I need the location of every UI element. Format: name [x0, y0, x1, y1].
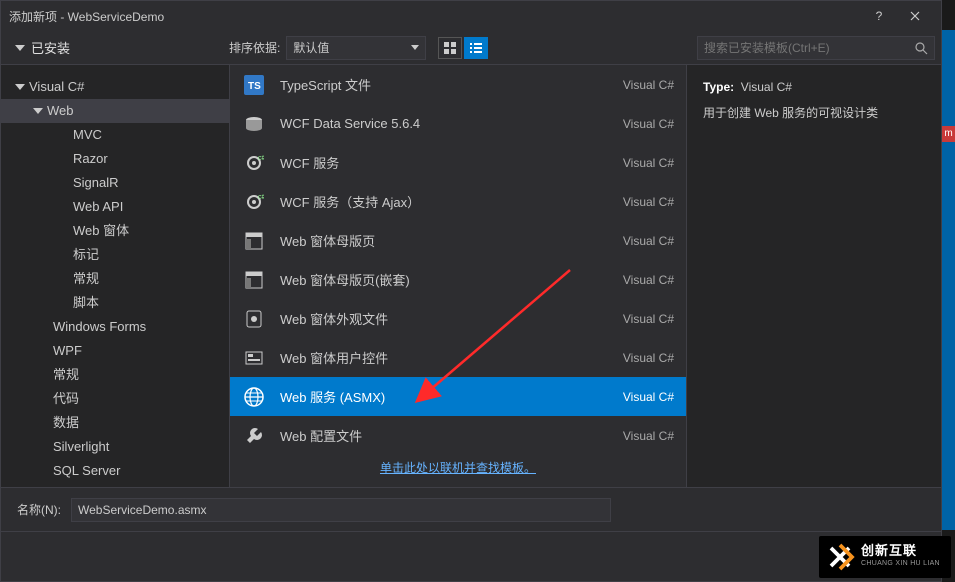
search-icon	[914, 41, 928, 55]
template-item[interactable]: TS TypeScript 文件Visual C#	[230, 65, 686, 104]
logo-icon	[825, 542, 855, 572]
template-item[interactable]: Web 服务 (ASMX)Visual C#	[230, 377, 686, 416]
view-medium-icons[interactable]	[438, 37, 462, 59]
search-input[interactable]	[704, 41, 914, 55]
template-item[interactable]: Web 窗体母版页Visual C#	[230, 221, 686, 260]
watermark-logo: 创新互联 CHUANG XIN HU LIAN	[819, 536, 951, 578]
template-lang: Visual C#	[623, 156, 674, 170]
template-item[interactable]: Web 窗体外观文件Visual C#	[230, 299, 686, 338]
template-item[interactable]: Web 配置文件Visual C#	[230, 416, 686, 449]
template-icon	[242, 307, 266, 331]
installed-tab[interactable]: 已安装	[1, 38, 229, 57]
tree-winforms[interactable]: Windows Forms	[1, 315, 229, 339]
template-lang: Visual C#	[623, 78, 674, 92]
template-lang: Visual C#	[623, 390, 674, 404]
search-online-row: 单击此处以联机并查找模板。	[230, 449, 686, 487]
tree-general-web[interactable]: 常规	[1, 267, 229, 291]
tree-web[interactable]: Web	[1, 99, 229, 123]
template-item[interactable]: WCF Data Service 5.6.4Visual C#	[230, 104, 686, 143]
template-icon	[242, 385, 266, 409]
tree-wpf[interactable]: WPF	[1, 339, 229, 363]
template-icon	[242, 229, 266, 253]
tree-mvc[interactable]: MVC	[1, 123, 229, 147]
template-lang: Visual C#	[623, 351, 674, 365]
titlebar: 添加新项 - WebServiceDemo ?	[1, 1, 941, 31]
name-label: 名称(N):	[17, 501, 61, 518]
toolbar: 已安装 排序依据: 默认值	[1, 31, 941, 65]
name-bar: 名称(N):	[1, 487, 941, 531]
dialog-window: 添加新项 - WebServiceDemo ? 已安装 排序依据: 默认值	[0, 0, 942, 582]
template-name: Web 窗体母版页	[280, 231, 623, 250]
template-list-panel: TSTypeScript 文件Visual C#WCF Data Service…	[229, 65, 687, 487]
template-name: WCF 服务（支持 Ajax）	[280, 192, 623, 211]
chevron-down-icon	[411, 45, 419, 50]
sort-label: 排序依据:	[229, 39, 280, 56]
template-name: TypeScript 文件	[280, 75, 623, 94]
template-lang: Visual C#	[623, 273, 674, 287]
template-description: 用于创建 Web 服务的可视设计类	[703, 103, 925, 123]
tree-webapi[interactable]: Web API	[1, 195, 229, 219]
template-name: Web 窗体外观文件	[280, 309, 623, 328]
template-name: Web 窗体母版页(嵌套)	[280, 270, 623, 289]
tree-silverlight[interactable]: Silverlight	[1, 435, 229, 459]
template-icon	[242, 112, 266, 136]
type-label: Type:	[703, 80, 734, 94]
sort-select[interactable]: 默认值	[286, 36, 426, 60]
logo-text-en: CHUANG XIN HU LIAN	[861, 557, 940, 570]
tree-webforms[interactable]: Web 窗体	[1, 219, 229, 243]
tree-scripts[interactable]: 脚本	[1, 291, 229, 315]
background-editor-strip: m	[942, 30, 955, 530]
tree-data[interactable]: 数据	[1, 411, 229, 435]
template-name: WCF Data Service 5.6.4	[280, 116, 623, 131]
template-lang: Visual C#	[623, 312, 674, 326]
tree-markup[interactable]: 标记	[1, 243, 229, 267]
template-icon	[242, 346, 266, 370]
tree-razor[interactable]: Razor	[1, 147, 229, 171]
template-name: Web 窗体用户控件	[280, 348, 623, 367]
tree-code[interactable]: 代码	[1, 387, 229, 411]
template-item[interactable]: Web 窗体用户控件Visual C#	[230, 338, 686, 377]
template-icon	[242, 268, 266, 292]
template-lang: Visual C#	[623, 117, 674, 131]
template-item[interactable]: c# WCF 服务Visual C#	[230, 143, 686, 182]
window-title: 添加新项 - WebServiceDemo	[9, 8, 164, 25]
category-tree: Visual C# Web MVC Razor SignalR Web API …	[1, 65, 229, 487]
svg-text:c#: c#	[258, 155, 264, 162]
template-item[interactable]: c# WCF 服务（支持 Ajax）Visual C#	[230, 182, 686, 221]
template-icon: c#	[242, 151, 266, 175]
tree-sqlserver[interactable]: SQL Server	[1, 459, 229, 483]
template-name: WCF 服务	[280, 153, 623, 172]
template-list: TSTypeScript 文件Visual C#WCF Data Service…	[230, 65, 686, 449]
template-icon	[242, 424, 266, 448]
template-icon: TS	[242, 73, 266, 97]
template-lang: Visual C#	[623, 195, 674, 209]
view-small-icons[interactable]	[464, 37, 488, 59]
details-panel: Type: Visual C# 用于创建 Web 服务的可视设计类	[687, 65, 941, 487]
tree-general[interactable]: 常规	[1, 363, 229, 387]
help-button[interactable]: ?	[861, 1, 897, 31]
template-name: Web 配置文件	[280, 426, 623, 445]
installed-label: 已安装	[31, 38, 70, 57]
template-icon: c#	[242, 190, 266, 214]
background-marker: m	[942, 126, 955, 142]
sort-value: 默认值	[293, 39, 329, 56]
footer: 添	[1, 531, 941, 581]
search-online-link[interactable]: 单击此处以联机并查找模板。	[380, 461, 536, 475]
template-name: Web 服务 (ASMX)	[280, 387, 623, 406]
close-button[interactable]	[897, 1, 933, 31]
logo-text-cn: 创新互联	[861, 544, 940, 557]
template-lang: Visual C#	[623, 429, 674, 443]
search-box[interactable]	[697, 36, 935, 60]
svg-text:TS: TS	[248, 81, 261, 92]
template-lang: Visual C#	[623, 234, 674, 248]
tree-visual-csharp[interactable]: Visual C#	[1, 75, 229, 99]
tree-signalr[interactable]: SignalR	[1, 171, 229, 195]
svg-text:c#: c#	[258, 194, 264, 201]
type-value: Visual C#	[741, 80, 792, 94]
name-input[interactable]	[71, 498, 611, 522]
template-item[interactable]: Web 窗体母版页(嵌套)Visual C#	[230, 260, 686, 299]
